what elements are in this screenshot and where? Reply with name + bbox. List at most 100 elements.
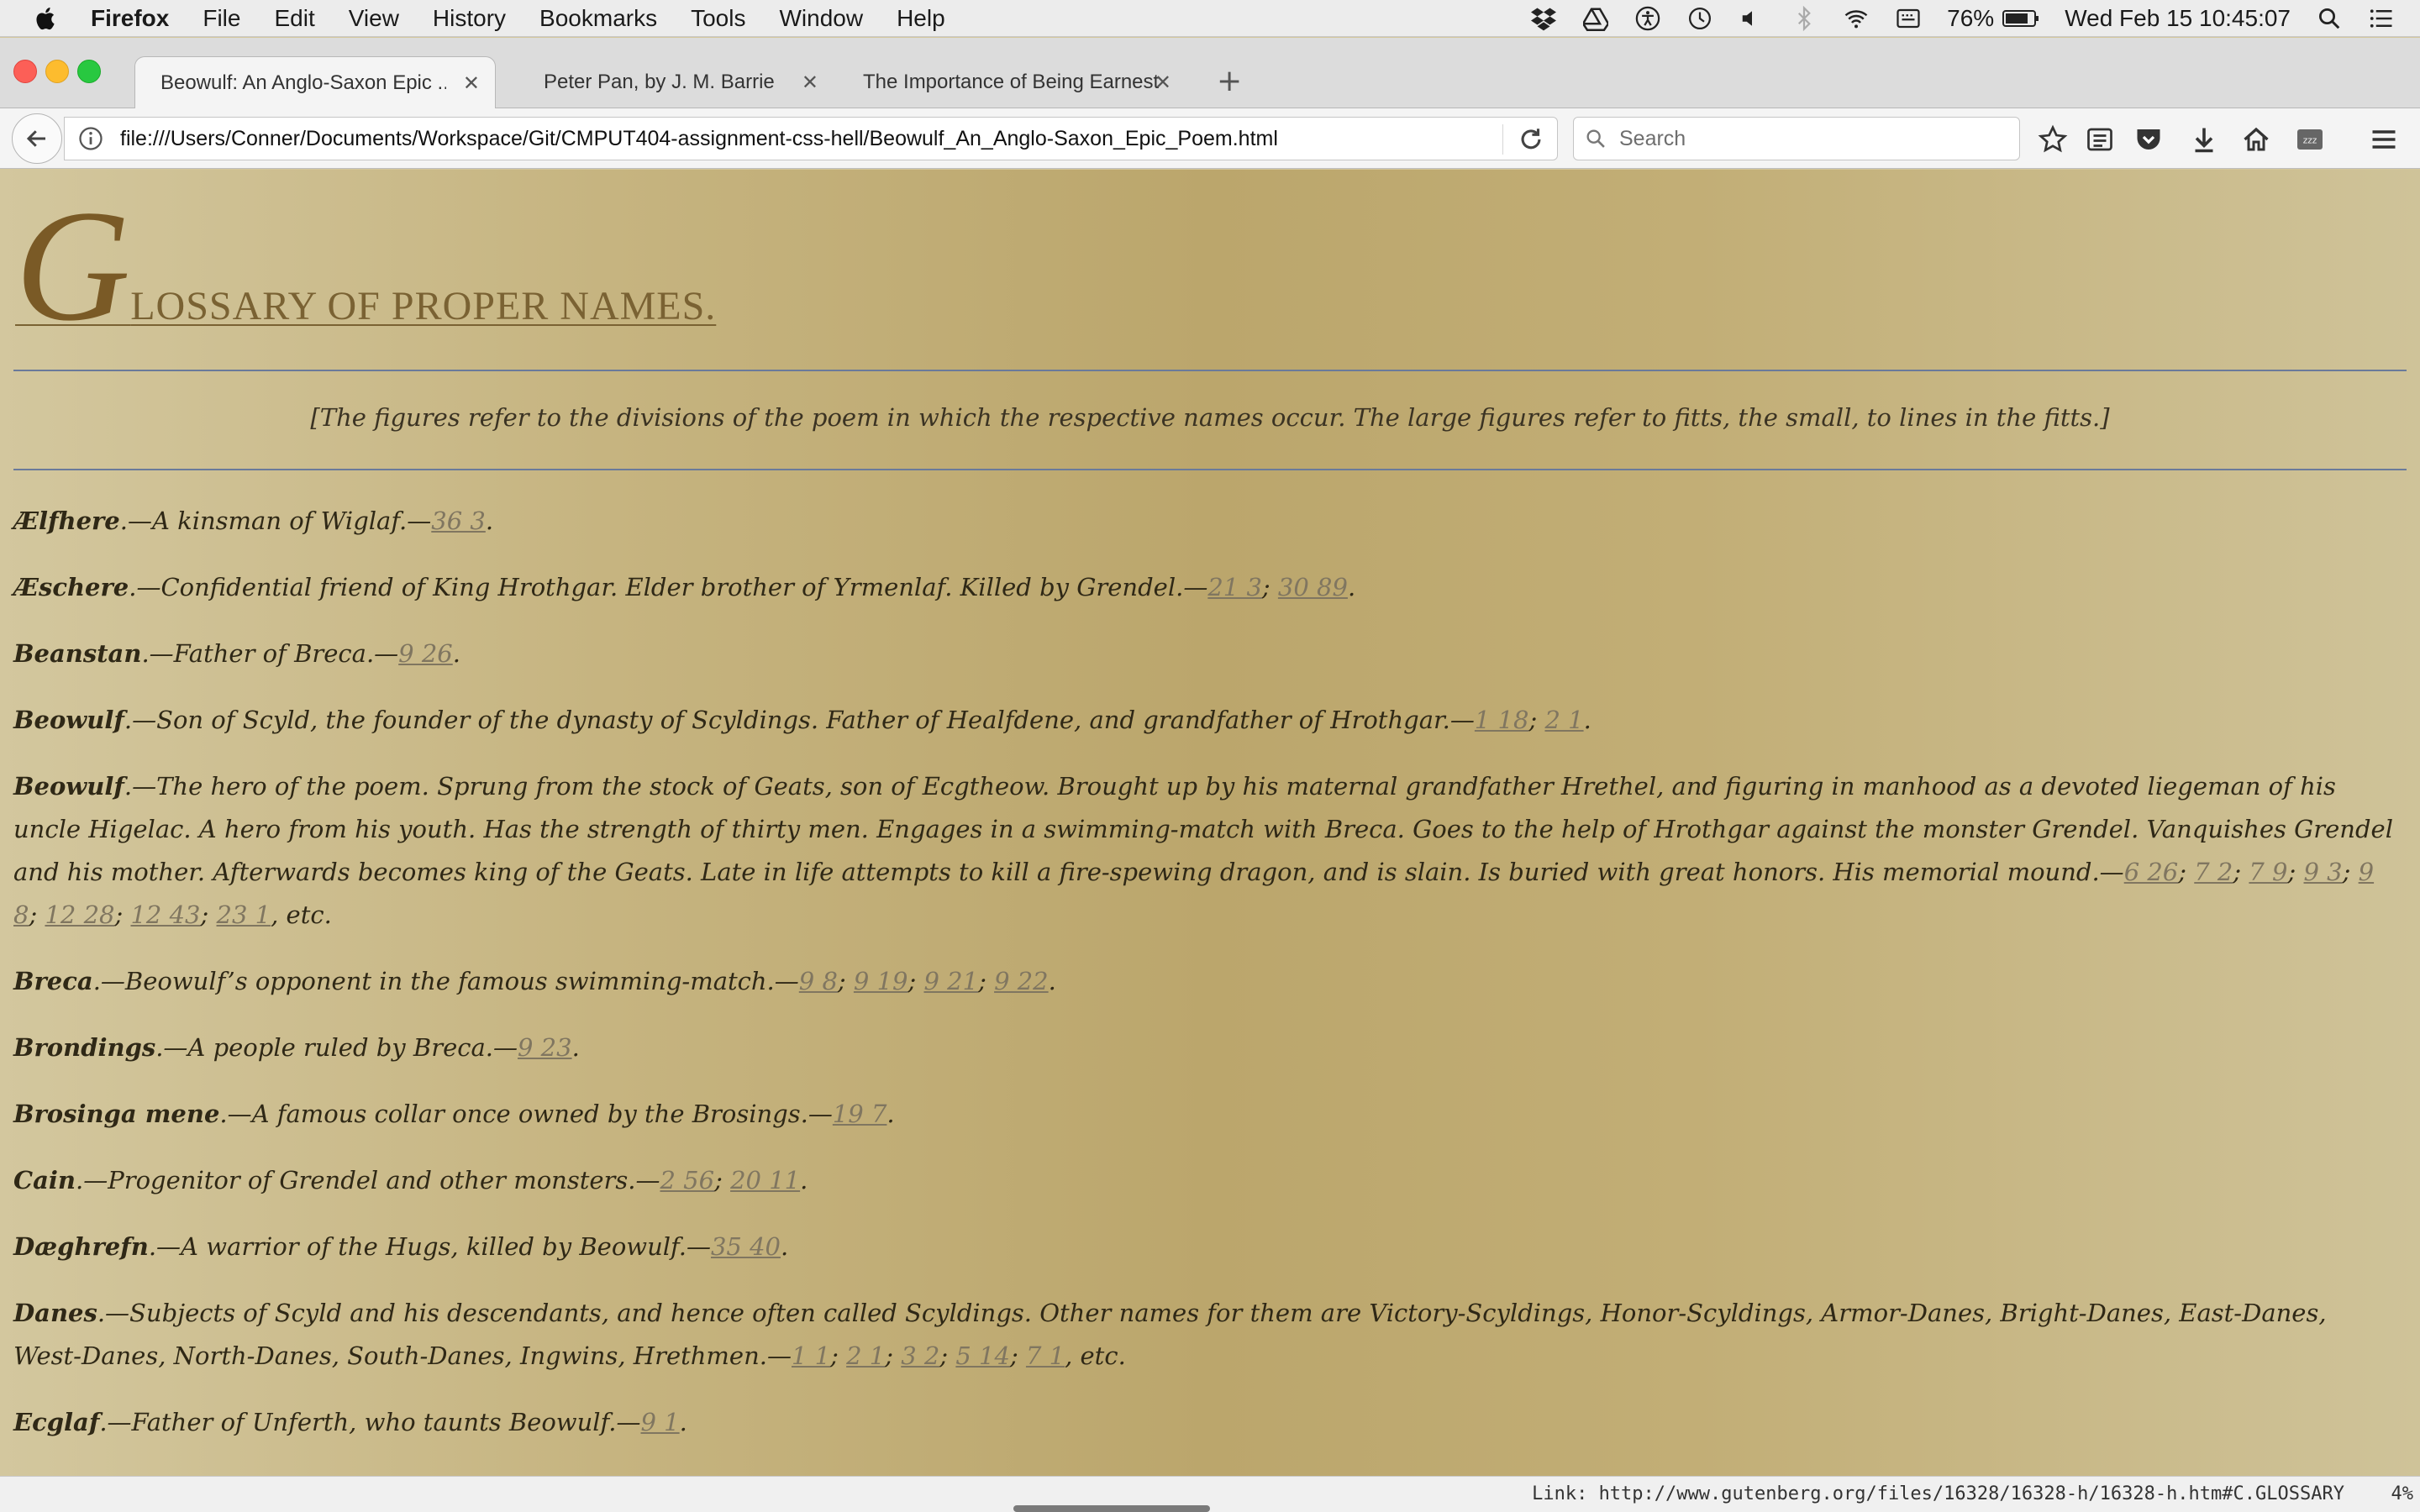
- status-bar: Link: http://www.gutenberg.org/files/163…: [0, 1476, 2420, 1512]
- entry-tail: .: [1347, 573, 1356, 601]
- page-heading-link[interactable]: Glossary of proper names.: [15, 186, 716, 346]
- window-close-button[interactable]: [13, 60, 37, 83]
- bluetooth-icon[interactable]: [1791, 5, 1818, 32]
- navigation-toolbar: file:///Users/Conner/Documents/Workspace…: [0, 108, 2420, 169]
- glossary-intro-note: [The figures refer to the divisions of t…: [310, 403, 2110, 432]
- tab-peter-pan[interactable]: Peter Pan, by J. M. Barrie ✕: [523, 56, 834, 108]
- line-reference-link[interactable]: 6 26: [2124, 858, 2179, 886]
- url-bar[interactable]: file:///Users/Conner/Documents/Workspace…: [64, 117, 1558, 160]
- entry-tail: .: [886, 1100, 895, 1128]
- glossary-term: Breca: [13, 967, 93, 995]
- line-reference-link[interactable]: 9 26: [398, 639, 453, 668]
- home-icon[interactable]: [2240, 123, 2272, 155]
- ref-separator: ;: [2233, 858, 2249, 886]
- dropbox-icon[interactable]: [1530, 5, 1557, 32]
- ref-separator: ;: [1009, 1341, 1026, 1370]
- menu-edit[interactable]: Edit: [274, 5, 314, 32]
- url-text[interactable]: file:///Users/Conner/Documents/Workspace…: [120, 127, 1278, 151]
- bookmark-star-icon[interactable]: [2037, 123, 2069, 155]
- line-reference-link[interactable]: 36 3: [431, 507, 486, 535]
- accessibility-icon[interactable]: [1634, 5, 1661, 32]
- line-reference-link[interactable]: 12 43: [130, 900, 200, 929]
- apple-menu-icon[interactable]: [32, 4, 60, 33]
- search-bar[interactable]: [1573, 117, 2020, 160]
- info-icon[interactable]: [78, 126, 103, 151]
- menu-history[interactable]: History: [433, 5, 506, 32]
- download-icon[interactable]: [2188, 123, 2220, 155]
- volume-icon[interactable]: [1739, 5, 1765, 32]
- google-drive-icon[interactable]: [1582, 5, 1609, 32]
- new-tab-plus-icon[interactable]: +: [1217, 66, 1242, 97]
- glossary-term: Brondings: [13, 1033, 156, 1062]
- line-reference-link[interactable]: 1 1: [792, 1341, 830, 1370]
- time-machine-icon[interactable]: [1686, 5, 1713, 32]
- menu-tools[interactable]: Tools: [691, 5, 745, 32]
- back-button[interactable]: [12, 113, 62, 164]
- window-minimize-button[interactable]: [45, 60, 69, 83]
- line-reference-link[interactable]: 19 7: [833, 1100, 887, 1128]
- scroll-percent: 4%: [2391, 1483, 2414, 1504]
- menu-bookmarks[interactable]: Bookmarks: [539, 5, 657, 32]
- line-reference-link[interactable]: 1 18: [1475, 706, 1529, 734]
- extension-icon[interactable]: zzz: [2294, 123, 2326, 155]
- ref-separator: ;: [714, 1166, 731, 1194]
- line-reference-link[interactable]: 7 1: [1026, 1341, 1065, 1370]
- glossary-entry: Ælfhere.—A kinsman of Wiglaf.—36 3.: [13, 500, 2400, 543]
- line-reference-link[interactable]: 9 1: [640, 1408, 679, 1436]
- ref-separator: ;: [885, 1341, 902, 1370]
- line-reference-link[interactable]: 9 22: [994, 967, 1049, 995]
- tab-beowulf[interactable]: Beowulf: An Anglo-Saxon Epic ... ✕: [134, 56, 496, 109]
- line-reference-link[interactable]: 2 1: [846, 1341, 885, 1370]
- menu-view[interactable]: View: [349, 5, 399, 32]
- menubar-clock[interactable]: Wed Feb 15 10:45:07: [2065, 5, 2291, 32]
- glossary-entry: Breca.—Beowulf’s opponent in the famous …: [13, 960, 2400, 1003]
- line-reference-link[interactable]: 23 1: [217, 900, 271, 929]
- tab-importance-of-being-earnest[interactable]: The Importance of Being Earnest ✕: [842, 56, 1186, 108]
- line-reference-link[interactable]: 20 11: [730, 1166, 800, 1194]
- notification-center-icon[interactable]: [2368, 5, 2395, 32]
- ref-separator: ;: [837, 967, 854, 995]
- tab-close-icon[interactable]: ✕: [463, 71, 480, 96]
- line-reference-link[interactable]: 2 1: [1544, 706, 1583, 734]
- line-reference-link[interactable]: 35 40: [711, 1232, 781, 1261]
- line-reference-link[interactable]: 9 3: [2304, 858, 2343, 886]
- divider: [13, 370, 2407, 371]
- glossary-entry: Cain.—Progenitor of Grendel and other mo…: [13, 1159, 2400, 1202]
- glossary-entry: Beowulf.—Son of Scyld, the founder of th…: [13, 699, 2400, 742]
- line-reference-link[interactable]: 30 89: [1278, 573, 1348, 601]
- line-reference-link[interactable]: 21 3: [1207, 573, 1262, 601]
- glossary-entry: Beowulf.—The hero of the poem. Sprung fr…: [13, 765, 2400, 937]
- search-input[interactable]: [1618, 125, 1991, 152]
- line-reference-link[interactable]: 7 2: [2194, 858, 2233, 886]
- tab-close-icon[interactable]: ✕: [802, 71, 818, 95]
- battery-icon[interactable]: [2002, 5, 2039, 32]
- line-reference-link[interactable]: 9 8: [799, 967, 838, 995]
- spotlight-search-icon[interactable]: [2316, 5, 2343, 32]
- glossary-term: Beowulf: [13, 772, 124, 801]
- line-reference-link[interactable]: 5 14: [955, 1341, 1010, 1370]
- line-reference-link[interactable]: 7 9: [2249, 858, 2287, 886]
- ref-separator: ;: [978, 967, 995, 995]
- glossary-entry: Danes.—Subjects of Scyld and his descend…: [13, 1292, 2400, 1378]
- keyboard-input-icon[interactable]: [1895, 5, 1922, 32]
- reload-icon[interactable]: [1517, 125, 1545, 154]
- hamburger-menu-icon[interactable]: [2368, 123, 2400, 155]
- line-reference-link[interactable]: 3 2: [901, 1341, 939, 1370]
- wifi-icon[interactable]: [1843, 5, 1870, 32]
- line-reference-link[interactable]: 12 28: [45, 900, 114, 929]
- reading-list-icon[interactable]: [2084, 123, 2116, 155]
- window-zoom-button[interactable]: [77, 60, 101, 83]
- heading-text: lossary of proper names.: [130, 284, 717, 328]
- glossary-definition: .—A kinsman of Wiglaf.—: [119, 507, 432, 535]
- line-reference-link[interactable]: 2 56: [660, 1166, 715, 1194]
- menu-file[interactable]: File: [203, 5, 240, 32]
- line-reference-link[interactable]: 9 23: [518, 1033, 572, 1062]
- tab-close-icon[interactable]: ✕: [1155, 71, 1171, 95]
- menu-app-firefox[interactable]: Firefox: [91, 5, 169, 32]
- pocket-icon[interactable]: [2133, 123, 2165, 155]
- line-reference-link[interactable]: 9 21: [923, 967, 978, 995]
- line-reference-link[interactable]: 9 19: [854, 967, 908, 995]
- menu-help[interactable]: Help: [897, 5, 945, 32]
- menu-window[interactable]: Window: [779, 5, 863, 32]
- horizontal-scrollbar-thumb[interactable]: [1013, 1505, 1210, 1512]
